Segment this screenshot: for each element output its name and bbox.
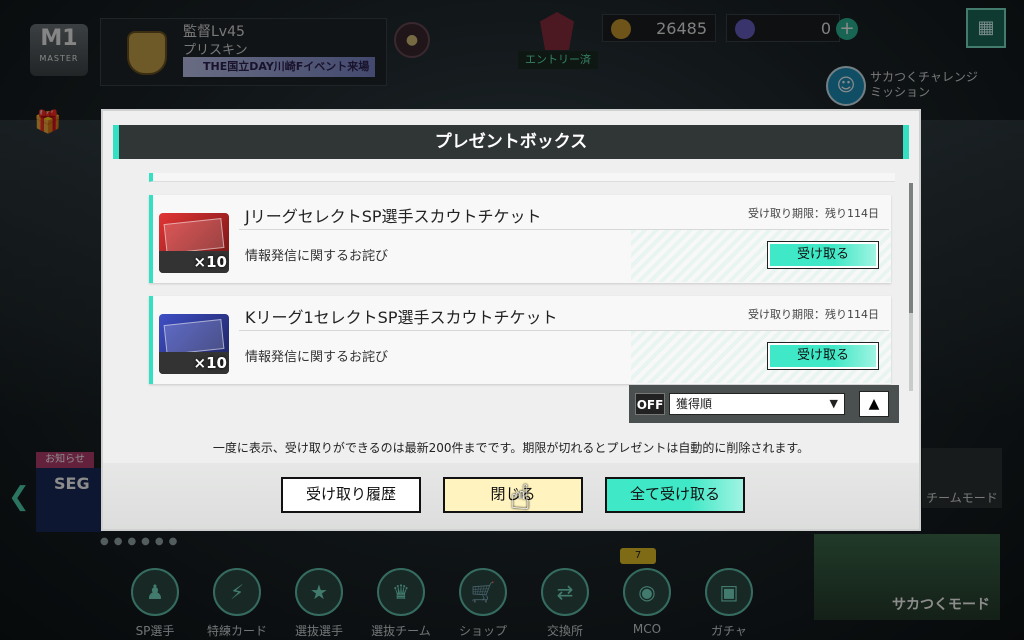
- list-item-edge: [149, 173, 895, 182]
- sort-select[interactable]: 獲得順 ▼: [669, 393, 845, 415]
- pointer-hand-icon: ☝: [510, 478, 531, 518]
- scrollbar-thumb[interactable]: [909, 183, 913, 313]
- receive-button-label: 受け取る: [770, 244, 876, 266]
- item-quantity: ×10: [193, 253, 227, 271]
- sort-selected-value: 獲得順: [676, 397, 713, 411]
- modal-title: プレゼントボックス: [113, 125, 909, 159]
- item-deadline: 受け取り期限：残り114日: [748, 308, 879, 321]
- receive-button[interactable]: 受け取る: [767, 342, 879, 370]
- list-item: ×10 Kリーグ1セレクトSP選手スカウトチケット 受け取り期限：残り114日 …: [149, 296, 891, 384]
- receive-button[interactable]: 受け取る: [767, 241, 879, 269]
- receive-all-button[interactable]: 全て受け取る: [605, 477, 745, 513]
- scout-ticket-icon: ×10: [159, 314, 229, 374]
- item-quantity: ×10: [193, 354, 227, 372]
- item-deadline: 受け取り期限：残り114日: [748, 207, 879, 220]
- scrollbar[interactable]: [909, 183, 913, 391]
- caret-down-icon: ▼: [829, 397, 838, 410]
- sort-toggle[interactable]: OFF: [635, 393, 665, 415]
- ticket-icon: [163, 319, 225, 355]
- item-title: Kリーグ1セレクトSP選手スカウトチケット: [245, 308, 558, 327]
- history-button[interactable]: 受け取り履歴: [281, 477, 421, 513]
- present-box-modal: プレゼントボックス ×10 JリーグセレクトSP選手スカウトチケット 受け取り期…: [101, 109, 921, 531]
- receive-button-label: 受け取る: [770, 345, 876, 367]
- item-description: 情報発信に関するお詫び: [245, 350, 389, 365]
- item-title: JリーグセレクトSP選手スカウトチケット: [245, 207, 542, 226]
- notice-text: 一度に表示、受け取りができるのは最新200件までです。期限が切れるとプレゼントは…: [212, 441, 810, 455]
- sort-bar: OFF 獲得順 ▼ ▲: [629, 385, 899, 423]
- scout-ticket-icon: ×10: [159, 213, 229, 273]
- sort-direction-up-icon[interactable]: ▲: [859, 391, 889, 417]
- ticket-icon: [163, 218, 225, 254]
- item-description: 情報発信に関するお詫び: [245, 249, 389, 264]
- list-item: ×10 JリーグセレクトSP選手スカウトチケット 受け取り期限：残り114日 情…: [149, 195, 891, 283]
